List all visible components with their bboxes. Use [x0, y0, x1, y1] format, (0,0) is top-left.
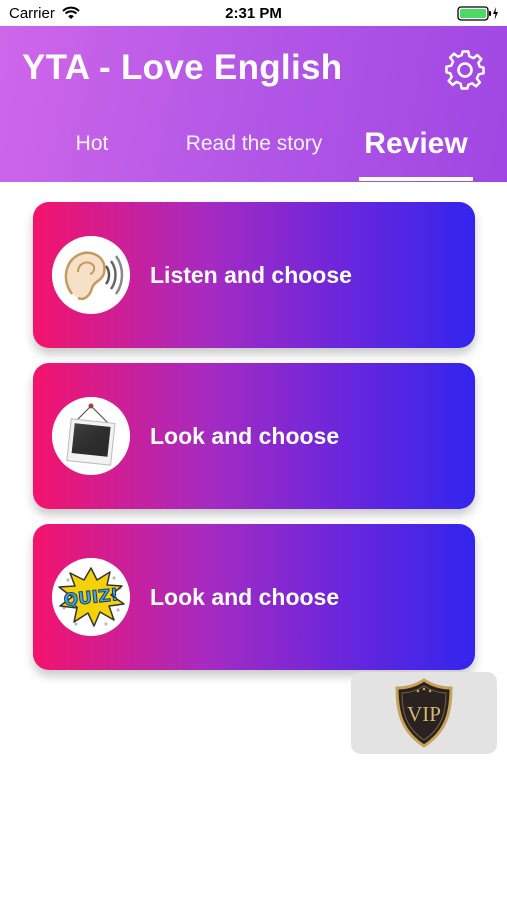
vip-button[interactable]: VIP	[351, 672, 497, 754]
quiz-look-and-choose-card[interactable]: QUIZ! Look and choose	[33, 524, 475, 670]
card-label: Listen and choose	[150, 262, 352, 288]
card-label: Look and choose	[150, 423, 340, 449]
tab-hot[interactable]: Hot	[52, 126, 132, 162]
look-and-choose-card[interactable]: Look and choose	[33, 363, 475, 509]
listen-and-choose-card[interactable]: Listen and choose	[33, 202, 475, 348]
gear-icon	[445, 50, 485, 90]
clock: 2:31 PM	[225, 5, 282, 22]
battery-icon	[457, 6, 499, 25]
active-tab-indicator	[359, 177, 473, 181]
picture-frame-icon	[52, 397, 130, 475]
quiz-icon: QUIZ!	[52, 558, 130, 636]
vip-shield-icon: VIP	[395, 678, 453, 748]
app-title: YTA - Love English	[22, 48, 343, 87]
tab-read-the-story[interactable]: Read the story	[165, 126, 343, 162]
settings-button[interactable]	[443, 48, 487, 92]
tab-review[interactable]: Review	[358, 126, 474, 162]
app-header: YTA - Love English Hot Read the story Re…	[0, 26, 507, 182]
vip-badge-text: VIP	[407, 702, 441, 726]
ear-sound-icon	[52, 236, 130, 314]
card-label: Look and choose	[150, 584, 340, 610]
status-bar: Carrier 2:31 PM	[0, 0, 507, 26]
